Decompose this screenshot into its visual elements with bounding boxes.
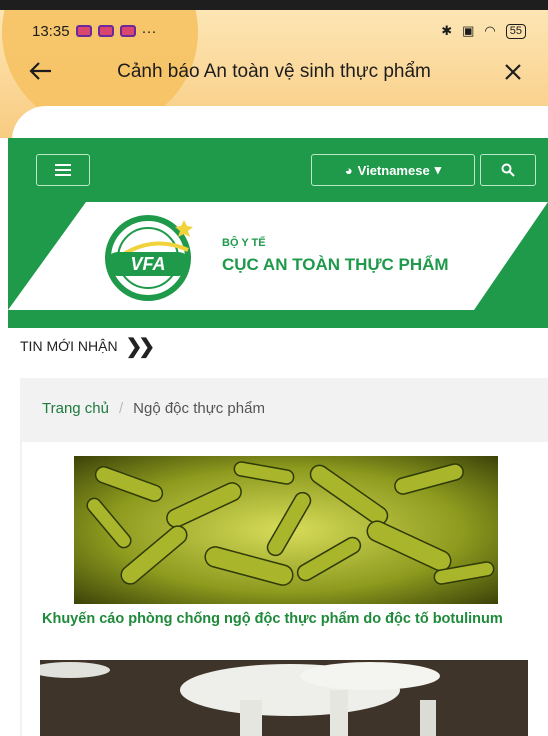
news-ticker[interactable]: TIN MỚI NHẬN ❯❯	[20, 334, 155, 358]
logo-agency-text: CỤC AN TOÀN THỰC PHẨM	[222, 255, 449, 274]
vfa-logo-emblem: VFA	[105, 215, 193, 301]
hamburger-menu-button[interactable]	[36, 154, 90, 186]
status-left: 13:35 ···	[32, 23, 157, 40]
ticker-label: TIN MỚI NHẬN	[20, 338, 118, 354]
logo-banner[interactable]: VFA BỘ Y TẾ CỤC AN TOÀN THỰC PHẨM	[8, 202, 548, 310]
site-header: ◕ Vietnamese ▾ VFA BỘ Y TẾ CỤC AN TOÀN T…	[8, 138, 548, 328]
status-time: 13:35	[32, 22, 70, 40]
vibrate-icon: ▣	[462, 23, 475, 38]
status-right: ✱ ▣ ◠ 55	[441, 23, 526, 39]
battery-icon: 55	[505, 23, 526, 39]
globe-icon: ◕	[344, 162, 353, 178]
breadcrumb-current: Ngộ độc thực phẩm	[133, 400, 265, 417]
caret-down-icon: ▾	[434, 162, 442, 177]
bacteria-image[interactable]	[74, 456, 498, 604]
hamburger-icon	[55, 164, 71, 176]
breadcrumb: Trang chủ / Ngộ độc thực phẩm	[42, 400, 265, 417]
wifi-icon: ◠	[484, 23, 496, 38]
notification-icon	[75, 25, 92, 37]
search-icon	[501, 163, 515, 177]
notification-icon	[97, 25, 114, 37]
logo-abbr: VFA	[130, 254, 165, 274]
mushroom-image[interactable]	[40, 660, 528, 736]
language-label: Vietnamese	[357, 162, 430, 178]
top-edge	[0, 0, 548, 10]
status-bar: 13:35 ··· ✱ ▣ ◠ 55	[0, 16, 548, 46]
app-bar: Cảnh báo An toàn vệ sinh thực phẩm	[0, 54, 548, 90]
back-arrow-icon[interactable]	[26, 59, 56, 85]
article-title-link[interactable]: Khuyến cáo phòng chống ngộ độc thực phẩm…	[42, 612, 522, 627]
app-title: Cảnh báo An toàn vệ sinh thực phẩm	[117, 61, 431, 82]
status-more: ···	[141, 22, 157, 40]
bluetooth-icon: ✱	[441, 23, 453, 38]
breadcrumb-home-link[interactable]: Trang chủ	[42, 400, 109, 417]
notification-icon	[119, 25, 136, 37]
search-button[interactable]	[480, 154, 536, 186]
breadcrumb-separator: /	[118, 400, 124, 417]
logo-ministry-text: BỘ Y TẾ	[222, 236, 266, 249]
double-chevron-icon: ❯❯	[125, 335, 155, 358]
close-icon[interactable]	[498, 59, 528, 85]
language-dropdown[interactable]: ◕ Vietnamese ▾	[311, 154, 475, 186]
